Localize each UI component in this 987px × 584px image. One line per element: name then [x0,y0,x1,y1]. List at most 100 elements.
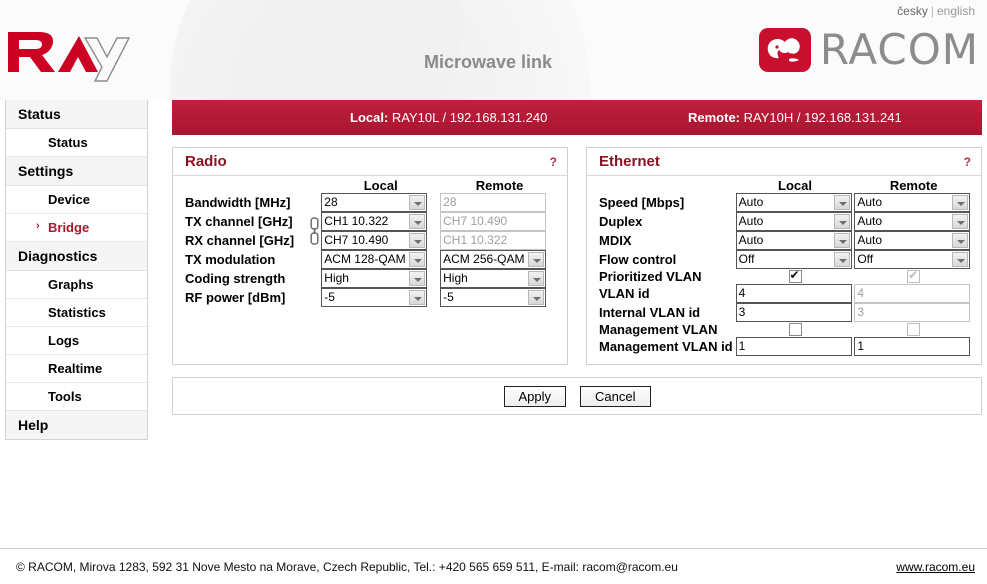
sidebar-group-status[interactable]: Status [6,100,147,129]
sidebar-item-device[interactable]: Device [6,186,147,214]
footer-website-link[interactable]: www.racom.eu [896,560,975,574]
remote-mdix-select[interactable]: Auto [854,231,971,250]
local-management-vlan-checkbox[interactable] [788,323,802,336]
local-tx-channel-ghz-select[interactable]: CH1 10.322 [321,212,428,231]
ethernet-local-cell: Auto [735,212,855,231]
ethernet-local-cell: Auto [735,231,855,250]
radio-help-icon[interactable]: ? [550,155,557,169]
chevron-down-icon[interactable] [952,195,969,210]
radio-setting-row: TX channel [GHz] CH1 10.322 CH7 10.490 [185,212,559,245]
sidebar-group-help[interactable]: Help [6,411,147,439]
sidebar-item-logs[interactable]: Logs [6,327,147,355]
ethernet-help-icon[interactable]: ? [964,155,971,169]
ethernet-setting-row: Management VLAN [599,322,973,337]
local-bandwidth-mhz-select[interactable]: 28 [321,193,428,212]
ethernet-setting-row: Speed [Mbps] Auto Auto [599,193,973,212]
remote-duplex-select[interactable]: Auto [854,212,971,231]
checkbox-wrapper [854,268,973,283]
sidebar-item-tools[interactable]: Tools [6,383,147,411]
chevron-down-icon[interactable] [528,252,545,267]
local-internal-vlan-id-input[interactable]: 3 [735,303,852,322]
sidebar-group-label: Settings [18,163,74,179]
ethernet-remote-cell: 3 [854,303,973,322]
local-tx-modulation-select[interactable]: ACM 128-QAM [321,250,428,269]
ethernet-setting-label: Management VLAN id [599,339,733,354]
chevron-down-icon[interactable] [833,195,850,210]
chevron-down-icon[interactable] [528,271,545,286]
local-coding-strength-select[interactable]: High [321,269,428,288]
chevron-down-icon[interactable] [409,195,426,210]
local-vlan-id-input[interactable]: 4 [735,284,852,303]
local-rf-power-dbm-select[interactable]: -5 [321,288,428,307]
control-value: 1 [857,339,865,353]
local-flow-control-select[interactable]: Off [735,250,852,269]
sidebar-group-settings[interactable]: Settings [6,157,147,186]
racom-bird-glyph [767,38,800,62]
local-management-vlan-id-input[interactable]: 1 [735,337,852,356]
ethernet-panel-body: Local Remote Speed [Mbps] Auto Auto Duplex A… [587,176,981,364]
ethernet-local-cell: 4 [735,284,855,303]
chevron-down-icon[interactable] [409,290,426,305]
remote-rf-power-dbm-select[interactable]: -5 [440,288,547,307]
remote-tx-channel-ghz-input: CH7 10.490 [440,212,547,231]
ethernet-setting-row: Flow control Off Off [599,250,973,269]
remote-coding-strength-select[interactable]: High [440,269,547,288]
chevron-down-icon[interactable] [833,252,850,267]
ethernet-remote-cell: Auto [854,193,973,212]
sidebar-item-graphs[interactable]: Graphs [6,271,147,299]
remote-rx-channel-ghz-input: CH1 10.322 [440,231,547,250]
radio-remote-cell: CH1 10.322 [440,231,559,250]
radio-local-cell: ACM 128-QAM [321,250,440,269]
remote-management-vlan-id-input[interactable]: 1 [854,337,971,356]
radio-remote-cell: CH7 10.490 [440,212,559,231]
cancel-button[interactable]: Cancel [580,385,651,407]
chevron-down-icon[interactable] [833,214,850,229]
local-device-value: RAY10L / 192.168.131.240 [388,110,548,125]
chevron-down-icon[interactable] [409,233,426,248]
control-value: ACM 256-QAM [443,252,525,266]
control-value: 3 [857,305,865,319]
ethernet-setting-row: Management VLAN id 1 1 [599,337,973,356]
chevron-down-icon[interactable] [833,233,850,248]
page-body: Status Status Settings Device › Bridge Diagnos… [0,100,987,584]
chevron-down-icon[interactable] [952,233,969,248]
control-value: Auto [857,214,883,228]
sidebar-item-status[interactable]: Status [6,129,147,157]
page-footer: © RACOM, Mirova 1283, 592 31 Nove Mesto … [0,548,987,584]
control-value: Auto [857,233,883,247]
radio-setting-label: TX modulation [185,252,276,267]
sidebar-item-bridge[interactable]: › Bridge [6,214,147,242]
chain-link-icon[interactable] [310,217,319,245]
chevron-down-icon[interactable] [952,214,969,229]
radio-setting-row: Bandwidth [MHz] 28 28 [185,193,559,212]
remote-tx-modulation-select[interactable]: ACM 256-QAM [440,250,547,269]
language-link-czech[interactable]: česky [897,4,928,18]
remote-flow-control-select[interactable]: Off [854,250,971,269]
ethernet-setting-row: VLAN id 4 4 [599,284,973,303]
local-speed-mbps-select[interactable]: Auto [735,193,852,212]
local-rx-channel-ghz-select[interactable]: CH7 10.490 [321,231,428,250]
chevron-down-icon[interactable] [528,290,545,305]
ethernet-local-cell [736,268,855,284]
chevron-down-icon[interactable] [952,252,969,267]
radio-remote-cell: ACM 256-QAM [440,250,559,269]
sidebar-item-statistics[interactable]: Statistics [6,299,147,327]
language-link-english[interactable]: english [937,4,975,18]
chevron-down-icon[interactable] [409,252,426,267]
sidebar-item-realtime[interactable]: Realtime [6,355,147,383]
local-duplex-select[interactable]: Auto [735,212,852,231]
chevron-down-icon[interactable] [409,271,426,286]
ethernet-setting-row: Duplex Auto Auto [599,212,973,231]
chevron-down-icon[interactable] [409,214,426,229]
sidebar-group-diagnostics[interactable]: Diagnostics [6,242,147,271]
remote-speed-mbps-select[interactable]: Auto [854,193,971,212]
link-status-bar: Local: RAY10L / 192.168.131.240 Remote: … [172,100,982,135]
radio-remote-cell: -5 [440,288,559,307]
radio-col-remote: Remote [475,178,524,193]
control-value: -5 [443,290,454,304]
radio-form-table: Local Remote Bandwidth [MHz] 28 28 TX chann… [185,178,559,307]
local-prioritized-vlan-checkbox[interactable] [788,268,802,283]
apply-button[interactable]: Apply [503,385,567,407]
ethernet-local-cell: 1 [735,337,855,356]
local-mdix-select[interactable]: Auto [735,231,852,250]
